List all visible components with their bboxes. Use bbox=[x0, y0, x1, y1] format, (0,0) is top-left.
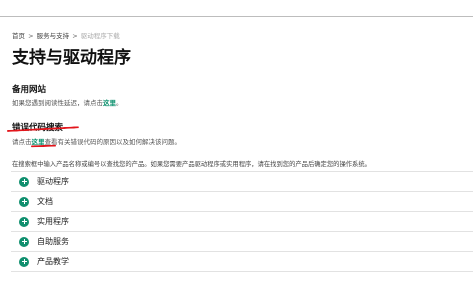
accordion-item-label: 自助服务 bbox=[37, 237, 69, 246]
plus-icon[interactable] bbox=[19, 196, 29, 207]
error-search-desc-prefix: 请点击 bbox=[12, 138, 32, 146]
annotation-underline-link bbox=[30, 144, 57, 148]
alt-site-heading: 备用网站 bbox=[12, 85, 47, 95]
breadcrumb-separator: > bbox=[28, 32, 34, 40]
plus-icon[interactable] bbox=[19, 176, 29, 187]
accordion-item-drivers[interactable]: 驱动程序 bbox=[11, 172, 473, 192]
page-title: 支持与驱动程序 bbox=[12, 48, 131, 68]
top-bar bbox=[0, 0, 473, 17]
accordion-item-label: 驱动程序 bbox=[37, 177, 69, 186]
accordion-item-documents[interactable]: 文档 bbox=[11, 192, 473, 212]
accordion-item-tutorials[interactable]: 产品教学 bbox=[11, 252, 473, 272]
plus-icon[interactable] bbox=[19, 216, 29, 227]
alt-site-desc-prefix: 如果您遇到阅读性延迟，请点击 bbox=[12, 99, 103, 107]
accordion-item-utilities[interactable]: 实用程序 bbox=[11, 212, 473, 232]
accordion-item-label: 文档 bbox=[37, 197, 53, 206]
accordion-item-label: 实用程序 bbox=[37, 217, 69, 226]
plus-icon[interactable] bbox=[19, 236, 29, 247]
plus-icon[interactable] bbox=[19, 256, 29, 267]
breadcrumb: 首页 > 服务与支持 > 驱动程序下载 bbox=[12, 30, 120, 40]
breadcrumb-current: 驱动程序下载 bbox=[80, 32, 120, 40]
breadcrumb-separator: > bbox=[72, 32, 78, 40]
breadcrumb-home[interactable]: 首页 bbox=[12, 32, 25, 40]
search-instruction: 在搜索框中输入产品名称或编号以查找您的产品。如果您需要产品驱动程序或实用程序，请… bbox=[12, 161, 371, 168]
alt-site-link[interactable]: 这里 bbox=[103, 99, 116, 107]
breadcrumb-support[interactable]: 服务与支持 bbox=[37, 32, 70, 40]
accordion-item-label: 产品教学 bbox=[37, 257, 69, 266]
accordion-item-self-service[interactable]: 自助服务 bbox=[11, 232, 473, 252]
error-search-desc-suffix: 查看有关错误代码的原因以及如何解决该问题。 bbox=[44, 138, 182, 146]
alt-site-description: 如果您遇到阅读性延迟，请点击这里。 bbox=[12, 97, 123, 107]
accordion: 驱动程序 文档 实用程序 自助服务 产品教学 bbox=[11, 171, 473, 272]
alt-site-desc-suffix: 。 bbox=[116, 99, 123, 107]
